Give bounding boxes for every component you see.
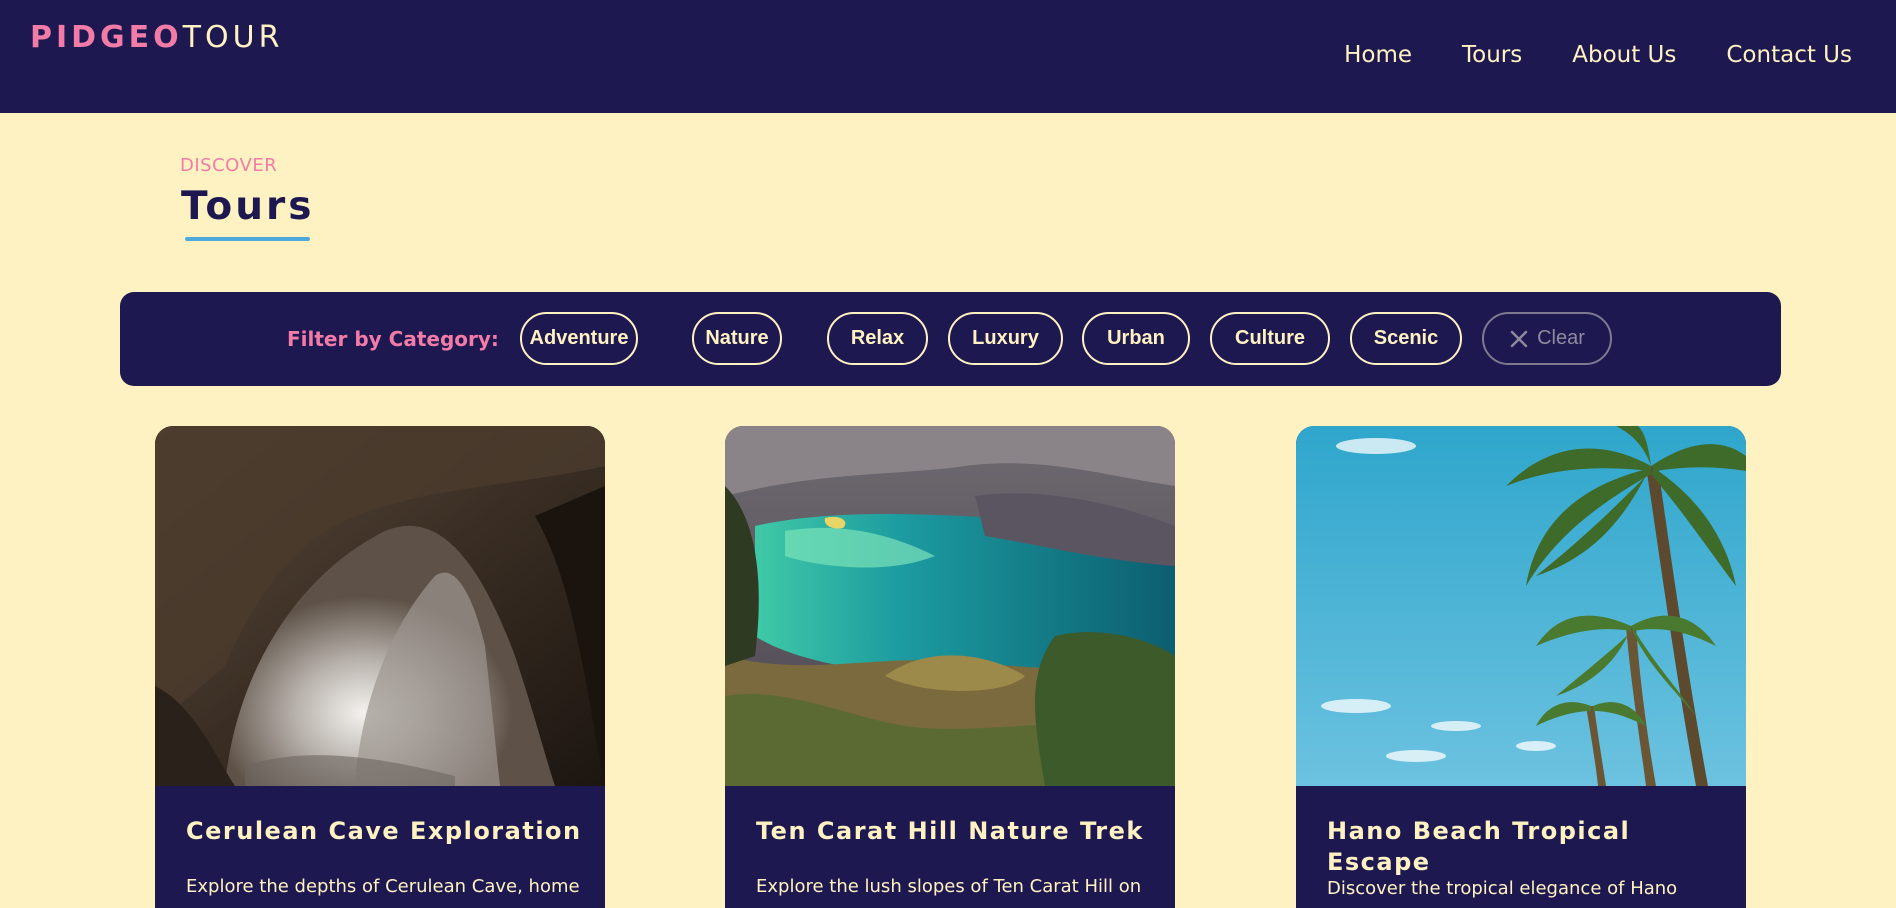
clear-filter-label: Clear: [1537, 327, 1585, 349]
tour-image-cave: [155, 426, 605, 786]
filter-chip-culture[interactable]: Culture: [1210, 312, 1330, 365]
category-filter-bar: Filter by Category: Adventure Nature Rel…: [120, 292, 1781, 386]
filter-chip-urban[interactable]: Urban: [1082, 312, 1190, 365]
filter-label: Filter by Category:: [287, 327, 499, 351]
tour-card-description: Discover the tropical elegance of Hano: [1327, 878, 1678, 899]
logo-text-primary: PIDGEO: [30, 20, 183, 55]
logo-text-secondary: TOUR: [182, 20, 284, 55]
nav-contact-link[interactable]: Contact Us: [1726, 40, 1852, 70]
main-nav: Home Tours About Us Contact Us: [1294, 40, 1852, 70]
section-eyebrow: DISCOVER: [180, 155, 278, 176]
filter-chip-adventure[interactable]: Adventure: [520, 312, 638, 365]
top-navbar: PIDGEOTOUR Home Tours About Us Contact U…: [0, 0, 1896, 113]
page-title: Tours: [181, 184, 315, 229]
tour-card[interactable]: Cerulean Cave Exploration Explore the de…: [155, 426, 605, 908]
tour-card-description: Explore the depths of Cerulean Cave, hom…: [186, 876, 580, 897]
site-logo[interactable]: PIDGEOTOUR: [30, 20, 283, 56]
filter-chip-scenic[interactable]: Scenic: [1350, 312, 1462, 365]
clear-filter-button[interactable]: Clear: [1482, 312, 1612, 365]
tour-image-lake: [725, 426, 1175, 786]
filter-chip-luxury[interactable]: Luxury: [948, 312, 1063, 365]
nav-home-link[interactable]: Home: [1344, 40, 1412, 70]
tour-card-description: Explore the lush slopes of Ten Carat Hil…: [756, 876, 1142, 897]
close-icon: [1510, 330, 1528, 347]
filter-chip-relax[interactable]: Relax: [827, 312, 928, 365]
nav-tours-link[interactable]: Tours: [1462, 40, 1522, 70]
tour-card[interactable]: Ten Carat Hill Nature Trek Explore the l…: [725, 426, 1175, 908]
title-underline: [185, 237, 310, 241]
tour-image-palms: [1296, 426, 1746, 786]
tour-card-title[interactable]: Hano Beach Tropical Escape: [1327, 816, 1727, 878]
nav-about-link[interactable]: About Us: [1572, 40, 1676, 70]
tour-card-title[interactable]: Cerulean Cave Exploration: [186, 816, 586, 847]
tour-card-title[interactable]: Ten Carat Hill Nature Trek: [756, 816, 1156, 847]
tour-card[interactable]: Hano Beach Tropical Escape Discover the …: [1296, 426, 1746, 908]
filter-chip-nature[interactable]: Nature: [692, 312, 782, 365]
